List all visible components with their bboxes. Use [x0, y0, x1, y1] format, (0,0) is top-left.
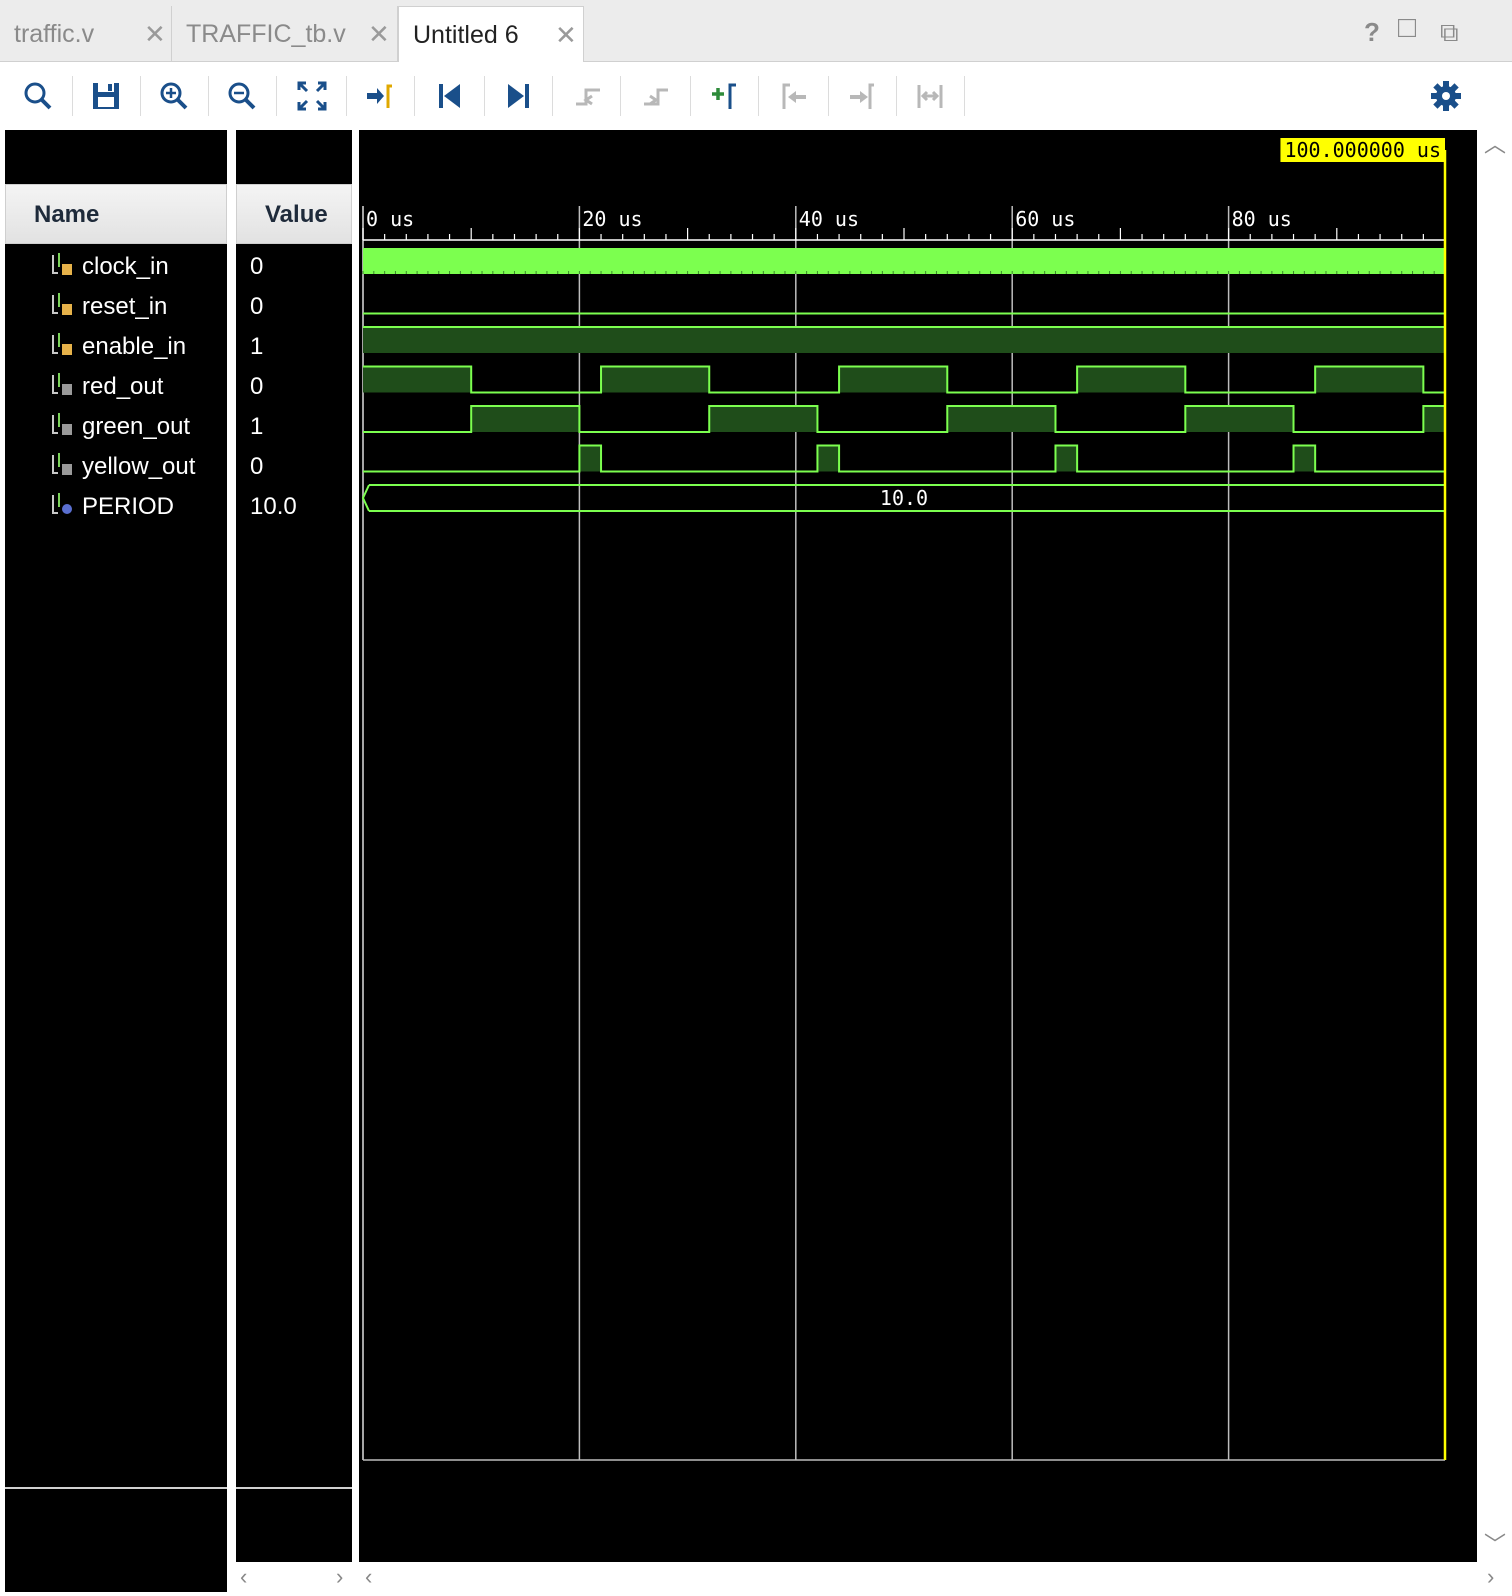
signal-row-period[interactable]: PERIOD 10.0 [0, 485, 352, 525]
parameter-icon [52, 493, 72, 514]
vertical-scrollbar[interactable]: ︿ ﹀ [1478, 130, 1508, 1562]
signal-row-yellow-out[interactable]: yellow_out 0 [0, 445, 352, 485]
waveform-plot: 0 us 20 us 40 us 60 us 80 us 10.0 100.000000… [361, 138, 1447, 1461]
signal-value: 1 [250, 413, 264, 440]
signal-name: PERIOD [82, 493, 175, 520]
add-marker-icon[interactable] [702, 74, 746, 118]
save-icon[interactable] [84, 74, 128, 118]
input-port-icon [52, 253, 72, 275]
signal-name: clock_in [82, 253, 169, 280]
wave-high-fill [1293, 445, 1316, 472]
zoom-in-icon[interactable] [152, 74, 196, 118]
waveform-horizontal-scrollbar[interactable]: ‹ › [359, 1562, 1509, 1594]
cursor-time-label: 100.000000 us [1284, 138, 1441, 162]
editor-tab-bar: traffic.v ✕ TRAFFIC_tb.v ✕ Untitled 6 ✕ … [0, 0, 1512, 62]
wave-high-fill [471, 406, 580, 432]
signal-value: 1 [250, 333, 264, 360]
wave-high-fill [817, 445, 840, 472]
value-horizontal-scrollbar[interactable]: ‹ › [236, 1562, 352, 1594]
scroll-left-icon[interactable]: ‹ [240, 1566, 247, 1588]
wave-high-fill [1315, 366, 1424, 393]
float-icon[interactable]: ⧉ [1440, 18, 1459, 46]
close-icon[interactable]: ✕ [368, 20, 390, 48]
previous-transition-icon[interactable] [566, 74, 610, 118]
input-port-icon [52, 333, 72, 355]
signal-value: 0 [250, 253, 264, 280]
wave-yellow_out [363, 444, 1445, 473]
signal-value: 10.0 [250, 493, 297, 520]
time-tick-label: 60 us [1015, 207, 1075, 231]
signal-row-reset-in[interactable]: reset_in 0 [0, 285, 352, 325]
wave-high-fill [839, 366, 948, 393]
input-port-icon [52, 293, 72, 315]
scroll-up-icon[interactable]: ︿ [1484, 134, 1506, 156]
tab-label: Untitled 6 [413, 21, 519, 49]
settings-gear-icon[interactable] [1424, 74, 1468, 118]
wave-high-fill [1185, 406, 1294, 432]
wave-high-fill [947, 406, 1056, 432]
scroll-left-icon[interactable]: ‹ [365, 1566, 372, 1588]
value-column-header[interactable]: Value [236, 184, 352, 244]
signal-name: green_out [82, 413, 191, 440]
go-to-start-icon[interactable] [428, 74, 472, 118]
output-port-icon [52, 373, 72, 395]
signal-value: 0 [250, 453, 264, 480]
signal-name: red_out [82, 373, 164, 400]
signal-name: enable_in [82, 333, 187, 360]
close-icon[interactable]: ✕ [144, 20, 166, 48]
wave-high-fill [709, 406, 818, 432]
value-pane-divider [236, 1487, 352, 1489]
wave-high-fill [1055, 445, 1078, 472]
tab-label: traffic.v [14, 20, 95, 48]
scroll-right-icon[interactable]: › [336, 1566, 343, 1588]
wave-high-fill [363, 366, 472, 393]
name-column-label: Name [34, 201, 100, 228]
wave-clock_in [363, 248, 1445, 274]
tab-traffic-tb-v[interactable]: TRAFFIC_tb.v ✕ [172, 6, 398, 62]
signal-row-clock-in[interactable]: clock_in 0 [0, 245, 352, 285]
go-to-cursor-icon[interactable] [358, 74, 402, 118]
zoom-out-icon[interactable] [220, 74, 264, 118]
go-to-end-icon[interactable] [496, 74, 540, 118]
scroll-right-icon[interactable]: › [1487, 1566, 1494, 1588]
bus-value-label: 10.0 [880, 486, 928, 510]
wave-high-fill [1077, 366, 1186, 393]
signal-row-enable-in[interactable]: enable_in 1 [0, 325, 352, 365]
time-tick-label: 0 us [366, 207, 414, 231]
value-column-label: Value [265, 201, 328, 228]
wave-high-fill [579, 445, 602, 472]
wave-high-fill [363, 327, 1445, 353]
output-port-icon [52, 453, 72, 475]
scroll-down-icon[interactable]: ﹀ [1484, 1534, 1506, 1556]
waveform-canvas[interactable]: 0 us 20 us 40 us 60 us 80 us 10.0 100.000000… [359, 130, 1477, 1562]
signal-name: yellow_out [82, 453, 196, 480]
wave-high-fill [601, 366, 710, 393]
tab-traffic-v[interactable]: traffic.v ✕ [0, 6, 172, 62]
tab-label: TRAFFIC_tb.v [186, 20, 346, 48]
name-pane-divider [5, 1487, 227, 1489]
zoom-fit-icon[interactable] [290, 74, 334, 118]
time-tick-label: 80 us [1232, 207, 1292, 231]
close-icon[interactable]: ✕ [555, 21, 577, 49]
help-icon[interactable]: ? [1364, 18, 1380, 46]
signal-row-red-out[interactable]: red_out 0 [0, 365, 352, 405]
tab-untitled-6[interactable]: Untitled 6 ✕ [398, 6, 584, 62]
waveform-toolbar [0, 62, 1512, 128]
signal-value: 0 [250, 373, 264, 400]
next-transition-icon[interactable] [634, 74, 678, 118]
output-port-icon [52, 413, 72, 435]
search-icon[interactable] [16, 74, 60, 118]
wave-high-fill [1423, 406, 1445, 432]
next-marker-icon[interactable] [840, 74, 884, 118]
name-column-header[interactable]: Name [5, 184, 227, 244]
time-tick-label: 20 us [582, 207, 642, 231]
signal-name: reset_in [82, 293, 168, 320]
signal-value: 0 [250, 293, 264, 320]
time-tick-label: 40 us [799, 207, 859, 231]
signal-row-green-out[interactable]: green_out 1 [0, 405, 352, 445]
previous-marker-icon[interactable] [772, 74, 816, 118]
swap-cursors-icon[interactable] [908, 74, 952, 118]
maximize-icon[interactable]: □ [1398, 13, 1416, 43]
